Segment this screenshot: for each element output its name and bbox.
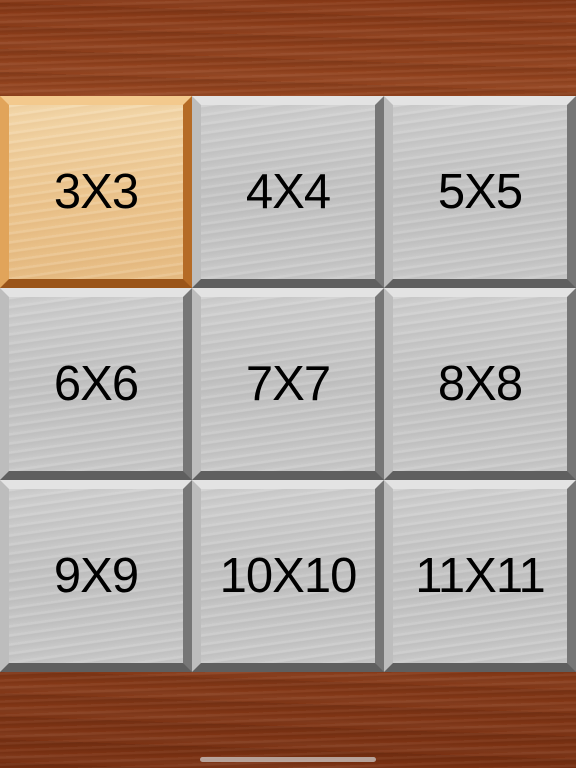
board-size-grid: 3X3 4X4 5X5 6X6 7X7 8X8 9X9 10X10 11X11 xyxy=(0,96,576,672)
size-tile-label: 6X6 xyxy=(53,356,139,411)
size-tile-label: 11X11 xyxy=(415,548,545,603)
size-tile-3x3[interactable]: 3X3 xyxy=(0,96,192,288)
size-tile-label: 4X4 xyxy=(245,164,331,219)
size-tile-7x7[interactable]: 7X7 xyxy=(192,288,384,480)
size-tile-10x10[interactable]: 10X10 xyxy=(192,480,384,672)
size-tile-label: 10X10 xyxy=(219,548,358,603)
size-tile-9x9[interactable]: 9X9 xyxy=(0,480,192,672)
size-tile-label: 3X3 xyxy=(53,164,139,219)
home-indicator[interactable] xyxy=(200,757,376,762)
size-tile-6x6[interactable]: 6X6 xyxy=(0,288,192,480)
size-tile-label: 8X8 xyxy=(437,356,523,411)
size-tile-label: 7X7 xyxy=(245,356,331,411)
size-tile-5x5[interactable]: 5X5 xyxy=(384,96,576,288)
size-tile-label: 9X9 xyxy=(53,548,139,603)
size-tile-11x11[interactable]: 11X11 xyxy=(384,480,576,672)
size-tile-8x8[interactable]: 8X8 xyxy=(384,288,576,480)
size-tile-4x4[interactable]: 4X4 xyxy=(192,96,384,288)
size-tile-label: 5X5 xyxy=(437,164,523,219)
